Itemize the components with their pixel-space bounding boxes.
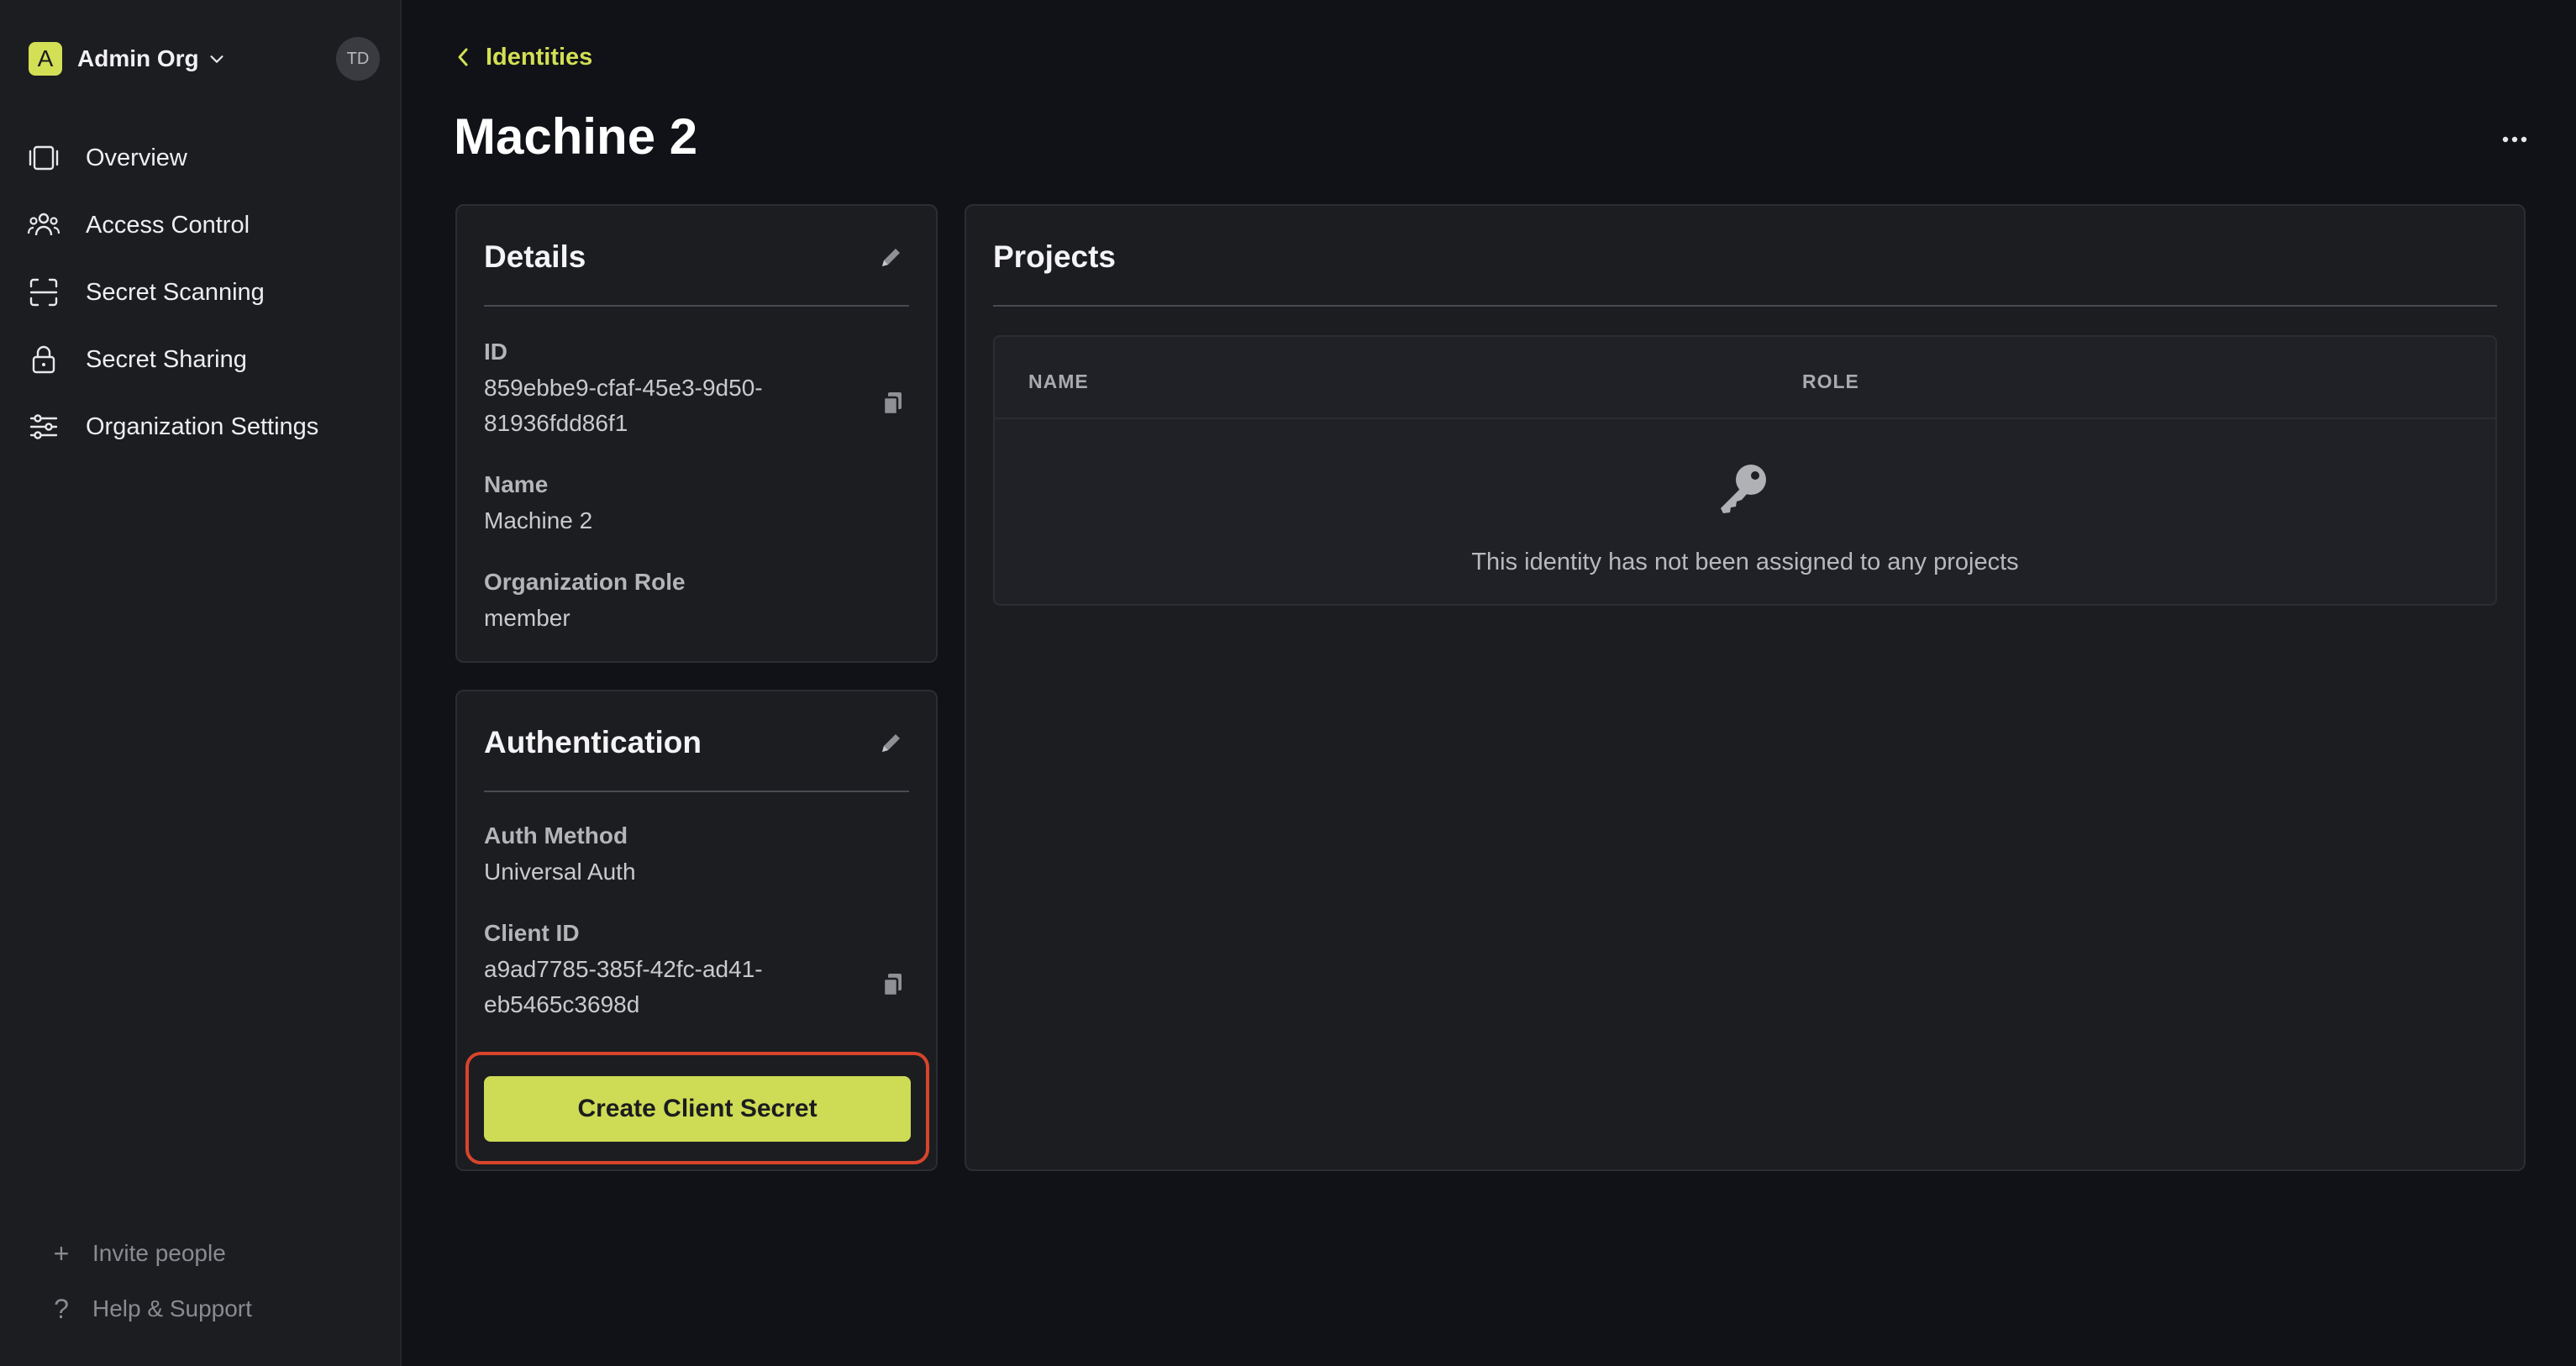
sidebar-footer: + Invite people ? Help & Support xyxy=(49,1235,252,1346)
copy-icon xyxy=(882,974,902,997)
invite-people-label: Invite people xyxy=(92,1240,226,1266)
sidebar-item-organization-settings[interactable]: Organization Settings xyxy=(27,403,380,450)
authentication-card: Authentication Auth Method Universal Aut… xyxy=(455,690,938,1171)
projects-divider xyxy=(993,305,2497,307)
sliders-icon xyxy=(29,414,58,439)
copy-client-id-button[interactable] xyxy=(881,970,906,999)
sidebar-item-label: Secret Scanning xyxy=(86,278,265,306)
more-horizontal-icon xyxy=(2502,136,2527,143)
back-to-identities-link[interactable]: Identities xyxy=(454,40,592,74)
back-link-label: Identities xyxy=(486,43,593,71)
sidebar-item-label: Secret Sharing xyxy=(86,345,247,373)
help-support-label: Help & Support xyxy=(92,1295,252,1321)
invite-people-button[interactable]: + Invite people xyxy=(49,1235,252,1272)
sidebar-item-access-control[interactable]: Access Control xyxy=(27,202,380,249)
sidebar-item-label: Overview xyxy=(86,144,187,171)
org-name: Admin Org xyxy=(77,45,199,71)
name-value: Machine 2 xyxy=(484,507,593,533)
id-value-line: 81936fdd86f1 xyxy=(484,410,628,436)
edit-details-button[interactable] xyxy=(875,243,906,273)
lock-icon xyxy=(32,345,55,374)
sidebar-item-secret-scanning[interactable]: Secret Scanning xyxy=(27,269,380,316)
copy-id-button[interactable] xyxy=(881,389,906,418)
sidebar-nav: Overview Access Control Secret Scanning xyxy=(27,134,380,470)
projects-table: NAME ROLE This identity has not been ass… xyxy=(993,335,2497,606)
name-label: Name xyxy=(484,471,549,497)
question-icon: ? xyxy=(54,1293,69,1324)
client-id-line: eb5465c3698d xyxy=(484,991,640,1017)
organization-role-value: member xyxy=(484,605,570,631)
projects-card: Projects NAME ROLE This identity has not… xyxy=(965,204,2526,1171)
column-header-role: ROLE xyxy=(1802,370,1859,392)
sidebar-item-label: Access Control xyxy=(86,211,250,239)
organization-role-label: Organization Role xyxy=(484,569,686,595)
sidebar-item-secret-sharing[interactable]: Secret Sharing xyxy=(27,336,380,383)
id-label: ID xyxy=(484,339,507,365)
sidebar-item-overview[interactable]: Overview xyxy=(27,134,380,181)
pencil-icon xyxy=(882,249,900,266)
org-switcher[interactable]: A Admin Org xyxy=(29,42,226,76)
details-title: Details xyxy=(484,239,586,274)
client-id-line: a9ad7785-385f-42fc-ad41- xyxy=(484,956,763,982)
scan-icon xyxy=(29,278,58,307)
page-title: Machine 2 xyxy=(454,108,698,165)
more-options-button[interactable] xyxy=(2495,124,2534,155)
id-value: 859ebbe9-cfaf-45e3-9d50- 81936fdd86f1 xyxy=(484,370,763,441)
key-icon xyxy=(1721,465,1766,513)
create-client-secret-button[interactable]: Create Client Secret xyxy=(484,1076,911,1142)
empty-state-message: This identity has not been assigned to a… xyxy=(1471,549,2019,575)
app-root: A Admin Org TD Overview Access Control S… xyxy=(0,0,2576,1366)
auth-method-value: Universal Auth xyxy=(484,859,636,885)
copy-icon xyxy=(882,392,902,416)
auth-method-label: Auth Method xyxy=(484,822,628,848)
chevron-down-icon xyxy=(210,55,223,63)
org-logo: A xyxy=(29,42,62,76)
authentication-divider xyxy=(484,791,909,792)
user-avatar[interactable]: TD xyxy=(336,37,380,81)
edit-authentication-button[interactable] xyxy=(875,728,906,759)
sidebar-item-label: Organization Settings xyxy=(86,412,319,440)
table-header-divider xyxy=(995,418,2495,419)
overview-icon xyxy=(29,145,59,171)
client-id-value: a9ad7785-385f-42fc-ad41- eb5465c3698d xyxy=(484,952,763,1022)
details-card: Details ID 859ebbe9-cfaf-45e3-9d50- 8193… xyxy=(455,204,938,663)
projects-title: Projects xyxy=(993,239,1117,274)
details-divider xyxy=(484,305,909,307)
help-support-button[interactable]: ? Help & Support xyxy=(49,1290,252,1327)
pencil-icon xyxy=(882,734,900,752)
client-id-label: Client ID xyxy=(484,920,580,946)
authentication-title: Authentication xyxy=(484,725,702,759)
id-value-line: 859ebbe9-cfaf-45e3-9d50- xyxy=(484,375,763,401)
chevron-left-icon xyxy=(458,48,468,66)
column-header-name: NAME xyxy=(1028,370,1089,392)
sidebar: A Admin Org TD Overview Access Control S… xyxy=(0,0,402,1366)
plus-icon: + xyxy=(53,1237,70,1269)
users-icon xyxy=(27,213,60,236)
